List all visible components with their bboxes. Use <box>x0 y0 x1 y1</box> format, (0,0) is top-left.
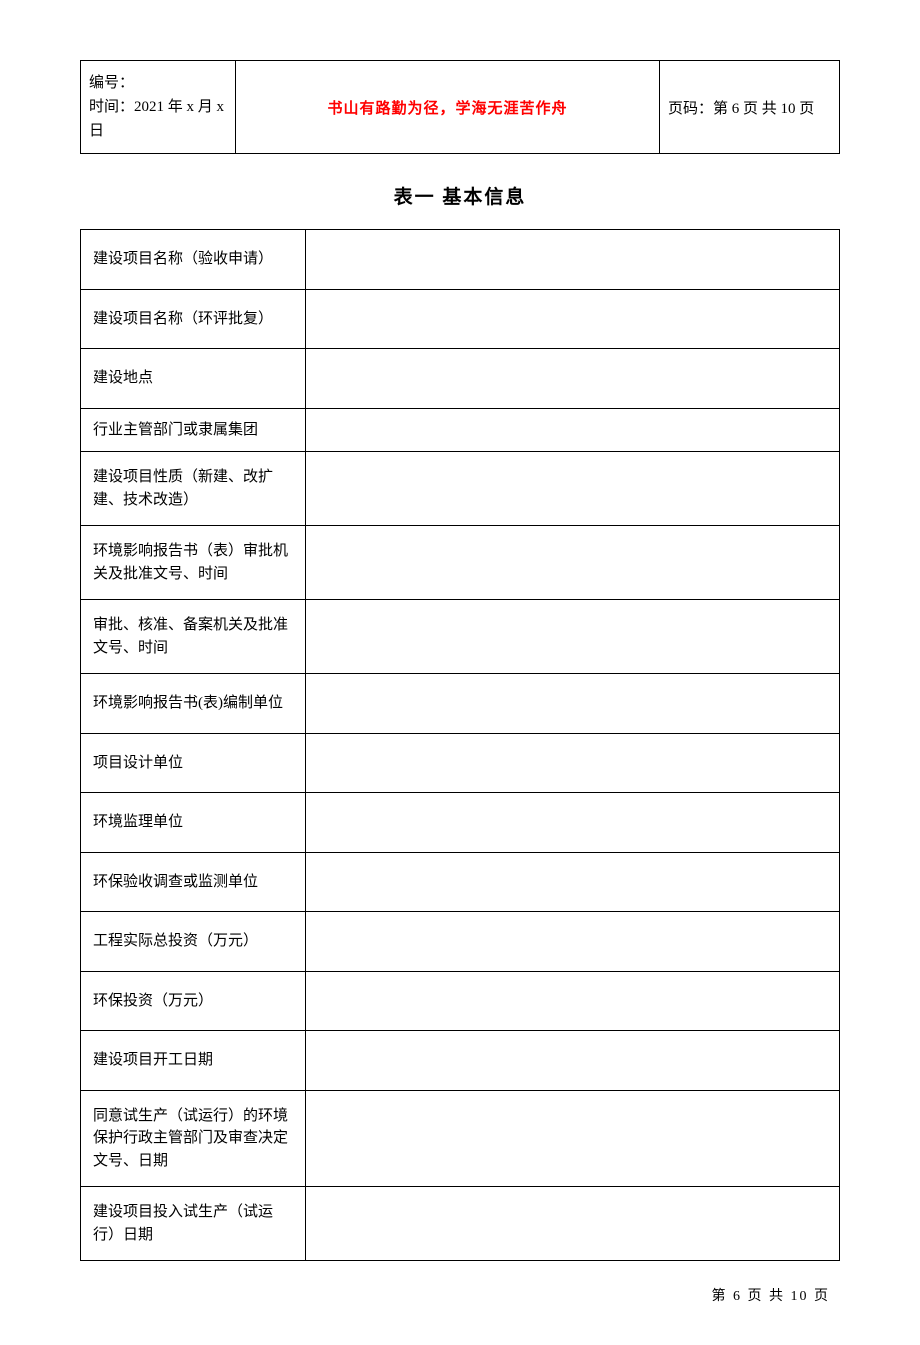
table-row: 建设项目开工日期 <box>81 1031 840 1091</box>
row-value <box>306 600 840 674</box>
row-label: 工程实际总投资（万元） <box>81 912 306 972</box>
table-row: 建设地点 <box>81 349 840 409</box>
row-value <box>306 1187 840 1261</box>
time-label: 时间：2021 年 x 月 x 日 <box>89 95 227 143</box>
serial-label: 编号： <box>89 71 227 95</box>
table-row: 工程实际总投资（万元） <box>81 912 840 972</box>
row-label: 环保验收调查或监测单位 <box>81 852 306 912</box>
row-value <box>306 912 840 972</box>
row-label: 环境监理单位 <box>81 793 306 853</box>
table-row: 建设项目性质（新建、改扩建、技术改造） <box>81 452 840 526</box>
row-value <box>306 733 840 793</box>
table-row: 行业主管部门或隶属集团 <box>81 408 840 452</box>
table-row: 环境监理单位 <box>81 793 840 853</box>
main-info-table: 建设项目名称（验收申请） 建设项目名称（环评批复） 建设地点 行业主管部门或隶属… <box>80 229 840 1261</box>
row-label: 环保投资（万元） <box>81 971 306 1031</box>
table-row: 环境影响报告书(表)编制单位 <box>81 674 840 734</box>
table-row: 建设项目名称（环评批复） <box>81 289 840 349</box>
table-row: 同意试生产（试运行）的环境保护行政主管部门及审查决定文号、日期 <box>81 1090 840 1187</box>
header-left-cell: 编号： 时间：2021 年 x 月 x 日 <box>81 61 236 154</box>
table-row: 环保验收调查或监测单位 <box>81 852 840 912</box>
header-motto: 书山有路勤为径，学海无涯苦作舟 <box>236 61 660 154</box>
page-container: 编号： 时间：2021 年 x 月 x 日 书山有路勤为径，学海无涯苦作舟 页码… <box>0 0 920 1345</box>
table-row: 审批、核准、备案机关及批准文号、时间 <box>81 600 840 674</box>
table-row: 建设项目名称（验收申请） <box>81 230 840 290</box>
row-value <box>306 408 840 452</box>
table-row: 项目设计单位 <box>81 733 840 793</box>
row-label: 环境影响报告书(表)编制单位 <box>81 674 306 734</box>
table-row: 环境影响报告书（表）审批机关及批准文号、时间 <box>81 526 840 600</box>
row-value <box>306 852 840 912</box>
row-label: 建设地点 <box>81 349 306 409</box>
table-row: 环保投资（万元） <box>81 971 840 1031</box>
row-value <box>306 349 840 409</box>
row-label: 审批、核准、备案机关及批准文号、时间 <box>81 600 306 674</box>
header-table: 编号： 时间：2021 年 x 月 x 日 书山有路勤为径，学海无涯苦作舟 页码… <box>80 60 840 154</box>
row-label: 建设项目名称（验收申请） <box>81 230 306 290</box>
row-value <box>306 230 840 290</box>
row-label: 行业主管部门或隶属集团 <box>81 408 306 452</box>
header-page-code: 页码：第 6 页 共 10 页 <box>660 61 840 154</box>
row-label: 建设项目投入试生产（试运行）日期 <box>81 1187 306 1261</box>
table-row: 建设项目投入试生产（试运行）日期 <box>81 1187 840 1261</box>
row-value <box>306 452 840 526</box>
row-value <box>306 1090 840 1187</box>
row-value <box>306 526 840 600</box>
row-label: 建设项目名称（环评批复） <box>81 289 306 349</box>
row-label: 环境影响报告书（表）审批机关及批准文号、时间 <box>81 526 306 600</box>
row-value <box>306 1031 840 1091</box>
page-footer: 第 6 页 共 10 页 <box>80 1285 840 1305</box>
row-value <box>306 793 840 853</box>
row-value <box>306 289 840 349</box>
row-label: 建设项目开工日期 <box>81 1031 306 1091</box>
row-value <box>306 674 840 734</box>
row-label: 建设项目性质（新建、改扩建、技术改造） <box>81 452 306 526</box>
row-label: 同意试生产（试运行）的环境保护行政主管部门及审查决定文号、日期 <box>81 1090 306 1187</box>
row-value <box>306 971 840 1031</box>
table-title: 表一 基本信息 <box>80 182 840 209</box>
row-label: 项目设计单位 <box>81 733 306 793</box>
